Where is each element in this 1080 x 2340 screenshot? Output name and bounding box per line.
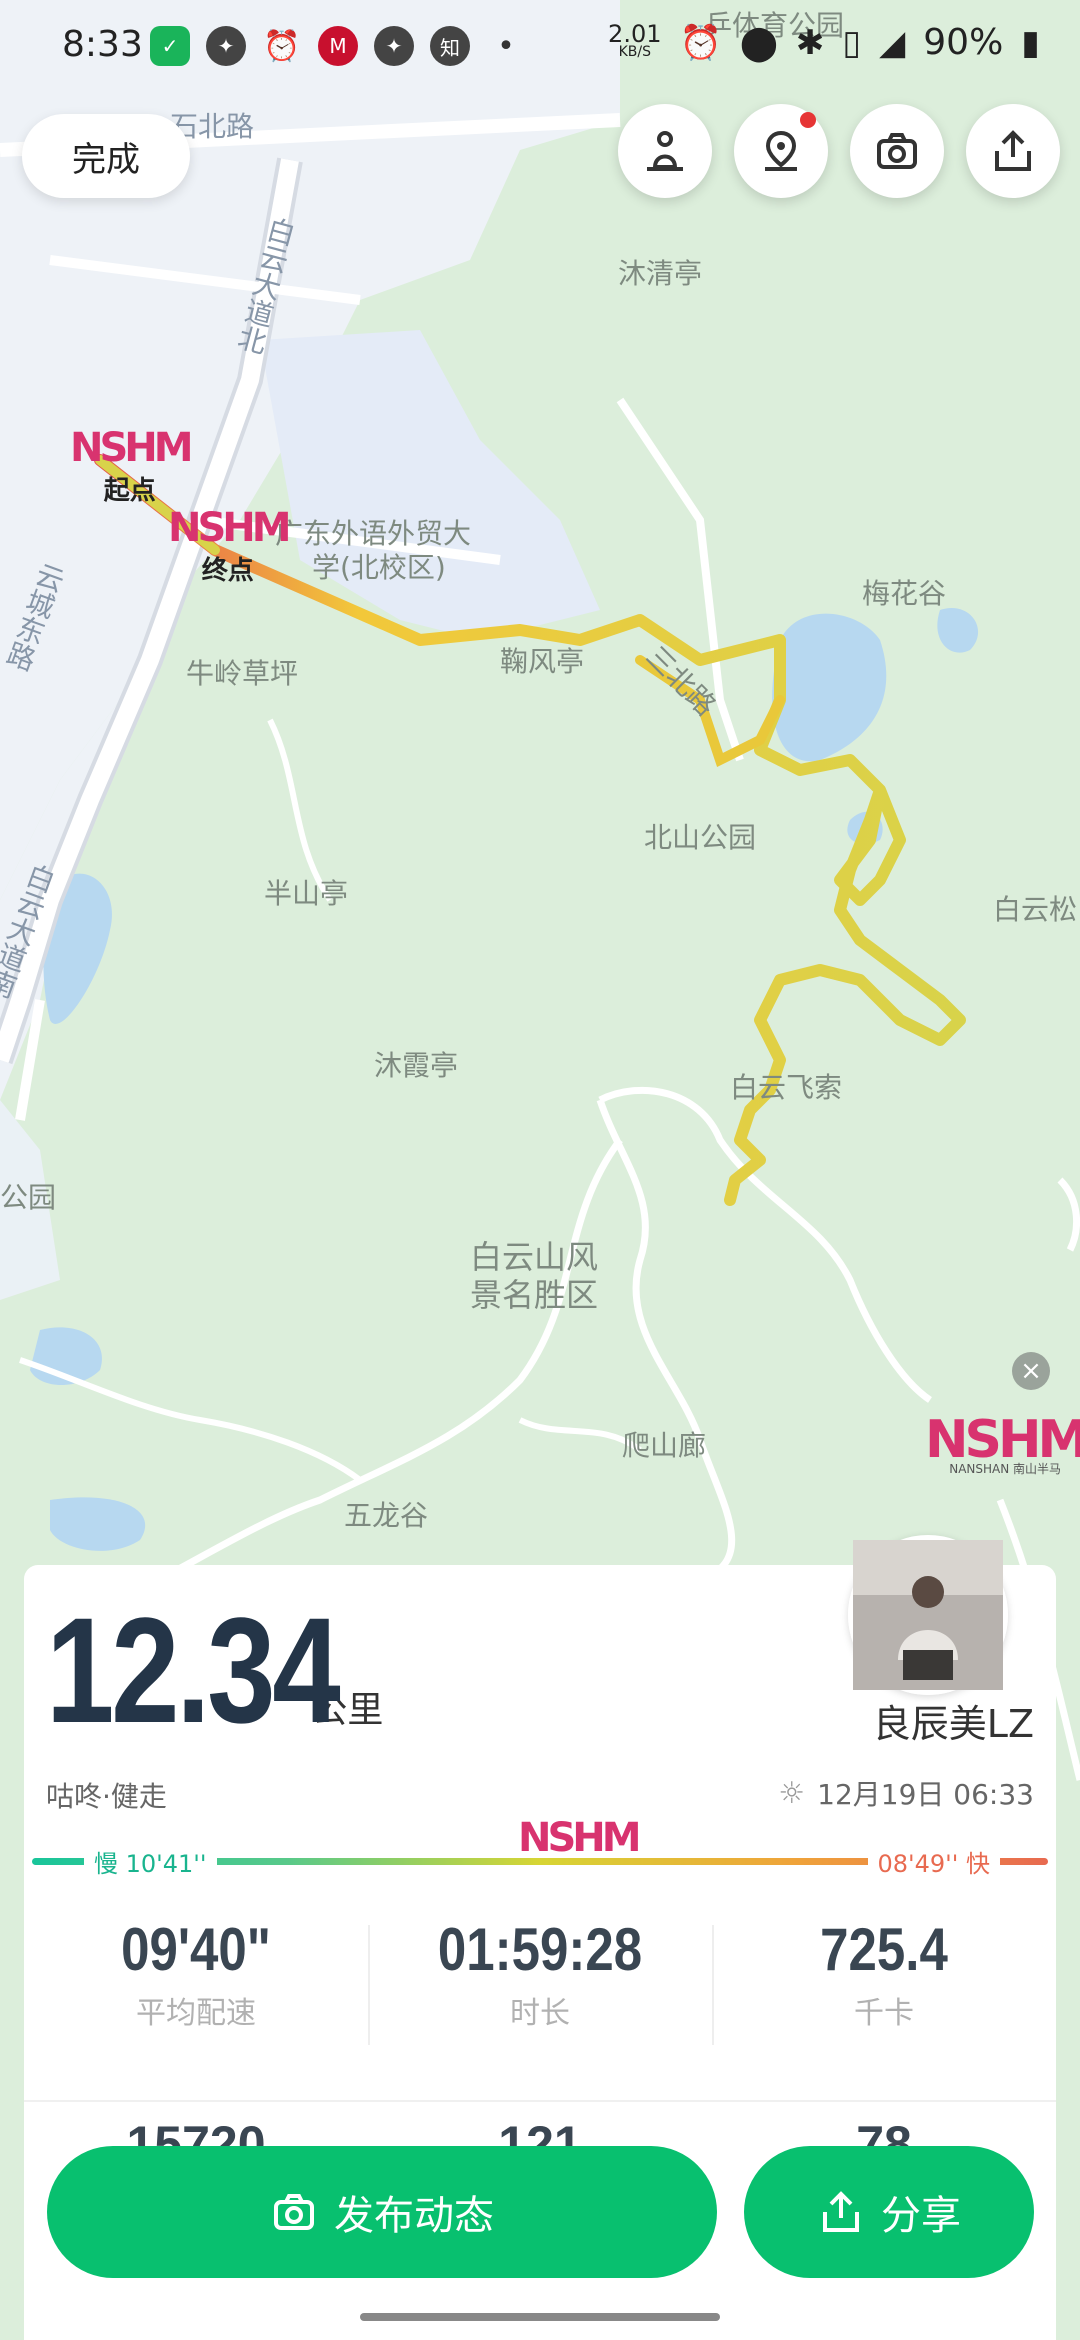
bluetooth-icon: ✱ [795, 22, 825, 63]
export-button[interactable] [966, 104, 1060, 198]
dot-icon: • [497, 28, 515, 64]
start-label: 起点 [103, 476, 156, 506]
metro-icon: M [318, 26, 358, 66]
app-icon: ✦ [206, 26, 246, 66]
network-rate-value: 2.01 [608, 19, 662, 48]
stat-duration: 01:59:28 时长 [368, 1915, 712, 2045]
event-logo: NSHM [518, 1815, 642, 1861]
map-label: 公园 [0, 1181, 57, 1214]
map-label: 沐清亭 [618, 257, 703, 290]
stat-value: 09'40" [121, 1916, 271, 1983]
pace-slow: 慢 10'41'' [84, 1844, 217, 1879]
meditation-icon [647, 131, 683, 171]
map-label: 五龙谷 [344, 1499, 429, 1532]
home-indicator[interactable] [360, 2313, 720, 2321]
done-button[interactable]: 完成 [22, 114, 190, 198]
stat-label: 千卡 [854, 1996, 914, 2031]
route-start-marker[interactable]: NSHM 起点 [70, 425, 194, 507]
route-end-marker[interactable]: NSHM 终点 [168, 505, 292, 587]
distance-value: 12.34 [46, 1586, 341, 1754]
activity-type: 咕咚·健走 [46, 1780, 167, 1813]
location-pin-icon [765, 130, 797, 171]
wechat-icon: ✓ [150, 26, 190, 66]
battery-percent: 90% [923, 22, 1004, 63]
stat-value: 725.4 [820, 1916, 948, 1983]
network-rate: 2.01 KB/S [608, 19, 662, 61]
publish-label: 发布动态 [334, 2193, 494, 2239]
app-icon: ✦ [374, 26, 414, 66]
datetime-text: 12月19日 06:33 [817, 1778, 1034, 1811]
alarm-icon: ⏰ [679, 22, 722, 63]
camera-icon [274, 2194, 314, 2230]
map-label: 梅花谷 [862, 577, 947, 610]
share-button[interactable]: 分享 [744, 2146, 1034, 2278]
pace-fast: 08'49'' 快 [867, 1844, 1000, 1879]
stats-row: 09'40" 平均配速 01:59:28 时长 725.4 千卡 [24, 1915, 1056, 2045]
map-label: 北山公园 [644, 821, 757, 854]
map-label: 白云飞索 [730, 1071, 843, 1104]
publish-button[interactable]: 发布动态 [47, 2146, 717, 2278]
meditation-button[interactable] [618, 104, 712, 198]
signal-4g-icon: ◢ [879, 22, 906, 63]
battery-icon: ▮ [1021, 22, 1040, 63]
event-logo: NSHM [70, 425, 194, 471]
end-label: 终点 [201, 556, 254, 586]
close-watermark-icon[interactable]: × [1012, 1352, 1050, 1390]
status-bar: 8:33 ✓ ✦ ⏰ M ✦ 知 • 2.01 KB/S ⏰ ⬤ ✱ ▯ ◢ 9… [0, 0, 1080, 100]
alarm-icon: ⏰ [263, 28, 301, 64]
map-label: 沐霞亭 [374, 1049, 459, 1082]
location-icon: ⬤ [739, 22, 778, 63]
avatar-photo [853, 1540, 1003, 1690]
camera-button[interactable] [850, 104, 944, 198]
map-label: 爬山廊 [622, 1429, 707, 1462]
divider [24, 2100, 1056, 2102]
event-watermark: NSHM NANSHAN 南山半马 [925, 1410, 1080, 1477]
map-label: 牛岭草坪 [186, 657, 299, 690]
map-label: 学(北校区) [312, 551, 446, 584]
stat-value: 01:59:28 [437, 1916, 643, 1983]
share-icon [995, 130, 1031, 171]
event-logo: NSHM [925, 1410, 1080, 1470]
location-button[interactable] [734, 104, 828, 198]
share-icon [823, 2191, 859, 2232]
status-time: 8:33 [62, 24, 143, 65]
vibrate-icon: ▯ [842, 22, 862, 63]
username: 良辰美LZ [872, 1702, 1034, 1746]
map-label: 半山亭 [264, 877, 349, 910]
stat-calories: 725.4 千卡 [712, 1915, 1056, 2045]
distance: 12.34 公里 [46, 1595, 383, 1745]
map-label: 白云松 [993, 893, 1078, 926]
event-logo: NSHM [168, 505, 292, 551]
notification-dot [800, 112, 816, 128]
camera-icon [877, 133, 917, 169]
zhihu-icon: 知 [430, 26, 470, 66]
stat-label: 时长 [510, 1996, 570, 2031]
watermark-text: NANSHAN 南山半马 [949, 1462, 1062, 1476]
share-label: 分享 [881, 2193, 961, 2239]
pace-bar: 慢 10'41'' 08'49'' 快 NSHM [32, 1818, 1048, 1880]
sun-icon: ☼ [778, 1775, 806, 1811]
activity-datetime: ☼ 12月19日 06:33 [778, 1773, 1034, 1813]
map-label: 鞠风亭 [500, 645, 585, 678]
stat-label: 平均配速 [136, 1996, 256, 2031]
map-label: 景名胜区 [470, 1276, 599, 1314]
avatar[interactable] [848, 1535, 1008, 1695]
stat-avg-pace: 09'40" 平均配速 [24, 1915, 368, 2032]
